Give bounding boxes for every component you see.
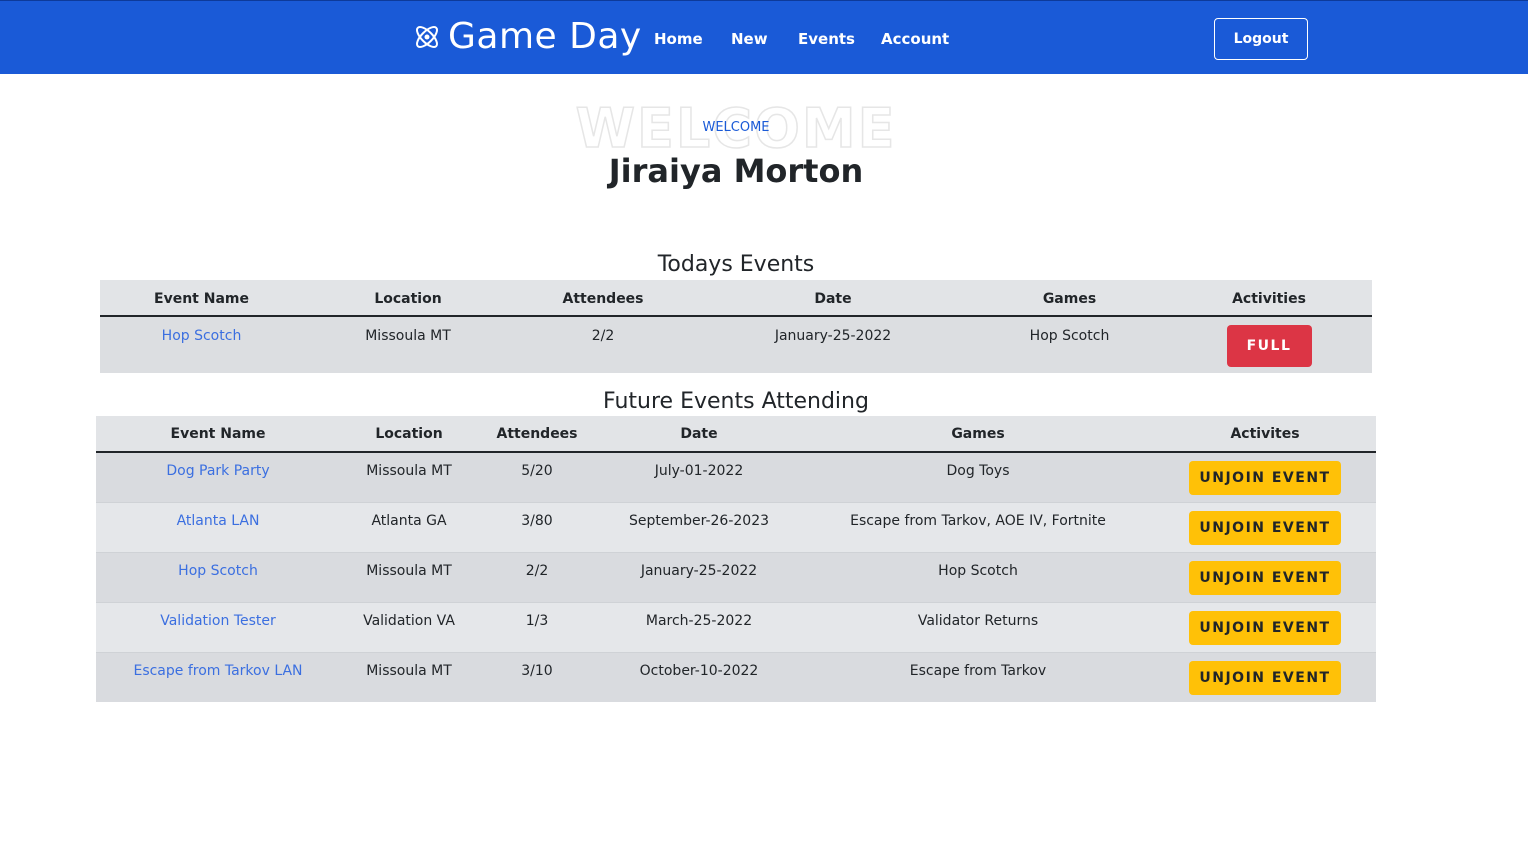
table-row: Hop Scotch Missoula MT 2/2 January-25-20… xyxy=(100,316,1372,373)
event-attendees: 3/10 xyxy=(521,662,553,679)
table-row: Escape from Tarkov LAN Missoula MT 3/10 … xyxy=(96,652,1376,702)
event-name-link[interactable]: Validation Tester xyxy=(160,613,276,629)
event-games: Escape from Tarkov, AOE IV, Fortnite xyxy=(850,512,1106,529)
event-games: Hop Scotch xyxy=(938,562,1018,579)
event-name-link[interactable]: Dog Park Party xyxy=(166,463,269,479)
nav-link-events[interactable]: Events xyxy=(798,29,855,49)
column-header: Activities xyxy=(1166,280,1372,317)
navbar: Game Day Home New Events Account Logout xyxy=(0,0,1528,74)
atom-icon xyxy=(416,26,438,48)
column-header: Location xyxy=(303,280,513,317)
column-header: Attendees xyxy=(478,416,596,453)
todays-events-table: Event Name Location Attendees Date Games… xyxy=(100,280,1372,373)
brand-title: Game Day xyxy=(448,16,642,57)
event-date: October-10-2022 xyxy=(639,662,759,679)
event-attendees: 1/3 xyxy=(525,612,549,629)
full-button[interactable]: FULL xyxy=(1226,325,1312,367)
event-name-link[interactable]: Escape from Tarkov LAN xyxy=(133,663,302,679)
event-location: Validation VA xyxy=(363,612,455,629)
event-date: March-25-2022 xyxy=(645,612,753,629)
event-name-link[interactable]: Hop Scotch xyxy=(162,328,242,344)
event-attendees: 2/2 xyxy=(525,562,549,579)
welcome-label: WELCOME xyxy=(702,120,770,135)
column-header: Date xyxy=(596,416,802,453)
event-games: Hop Scotch xyxy=(1029,328,1110,344)
event-location: Missoula MT xyxy=(366,562,452,579)
column-header: Attendees xyxy=(513,280,693,317)
column-header: Event Name xyxy=(96,416,340,453)
table-row: Atlanta LAN Atlanta GA 3/80 September-26… xyxy=(96,502,1376,552)
column-header: Event Name xyxy=(100,280,303,317)
nav-link-home[interactable]: Home xyxy=(654,29,703,49)
event-location: Missoula MT xyxy=(366,463,452,479)
event-date: September-26-2023 xyxy=(628,512,770,529)
event-location: Atlanta GA xyxy=(371,512,447,529)
event-games: Escape from Tarkov xyxy=(909,662,1047,679)
column-header: Location xyxy=(340,416,478,453)
table-row: Dog Park Party Missoula MT 5/20 July-01-… xyxy=(96,452,1376,502)
event-date: January-25-2022 xyxy=(640,562,758,579)
column-header: Games xyxy=(973,280,1166,317)
table-header-row: Event Name Location Attendees Date Games… xyxy=(100,280,1372,317)
unjoin-event-button[interactable]: UNJOIN EVENT xyxy=(1189,510,1341,545)
event-location: Missoula MT xyxy=(366,662,452,679)
user-name: Jiraiya Morton xyxy=(608,152,864,190)
nav-link-account[interactable]: Account xyxy=(881,29,949,49)
unjoin-event-button[interactable]: UNJOIN EVENT xyxy=(1189,461,1341,495)
event-attendees: 3/80 xyxy=(521,512,553,529)
logout-button[interactable]: Logout xyxy=(1214,18,1308,60)
table-row: Validation Tester Validation VA 1/3 Marc… xyxy=(96,602,1376,652)
table-header-row: Event Name Location Attendees Date Games… xyxy=(96,416,1376,453)
nav-link-new[interactable]: New xyxy=(731,29,768,49)
todays-events-title: Todays Events xyxy=(657,252,815,277)
unjoin-event-button[interactable]: UNJOIN EVENT xyxy=(1189,610,1341,645)
event-name-link[interactable]: Atlanta LAN xyxy=(177,513,260,529)
table-row: Hop Scotch Missoula MT 2/2 January-25-20… xyxy=(96,552,1376,602)
future-events-title: Future Events Attending xyxy=(603,389,869,414)
event-location: Missoula MT xyxy=(365,328,451,344)
event-games: Validator Returns xyxy=(917,612,1039,629)
future-events-table: Event Name Location Attendees Date Games… xyxy=(96,416,1376,702)
event-date: January-25-2022 xyxy=(774,328,892,344)
event-name-link[interactable]: Hop Scotch xyxy=(178,563,258,579)
column-header: Date xyxy=(693,280,973,317)
unjoin-event-button[interactable]: UNJOIN EVENT xyxy=(1189,560,1341,595)
column-header: Activites xyxy=(1154,416,1376,453)
event-games: Dog Toys xyxy=(946,463,1010,479)
event-attendees: 5/20 xyxy=(521,463,553,479)
event-date: July-01-2022 xyxy=(654,463,744,479)
column-header: Games xyxy=(802,416,1154,453)
event-attendees: 2/2 xyxy=(591,328,615,344)
unjoin-event-button[interactable]: UNJOIN EVENT xyxy=(1189,660,1341,695)
brand-link[interactable]: Game Day xyxy=(412,15,642,59)
